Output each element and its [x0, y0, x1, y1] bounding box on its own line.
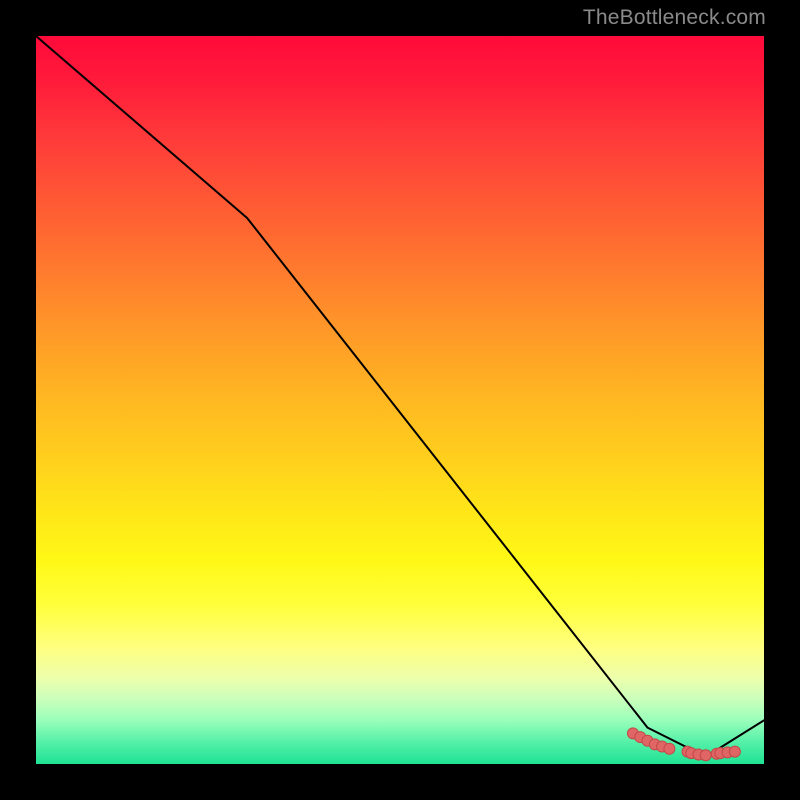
chart-marker [729, 746, 740, 757]
chart-marker [664, 743, 675, 754]
chart-overlay [36, 36, 764, 764]
chart-frame: TheBottleneck.com [0, 0, 800, 800]
watermark-text: TheBottleneck.com [583, 6, 766, 30]
chart-line [36, 36, 764, 757]
chart-marker [700, 750, 711, 761]
